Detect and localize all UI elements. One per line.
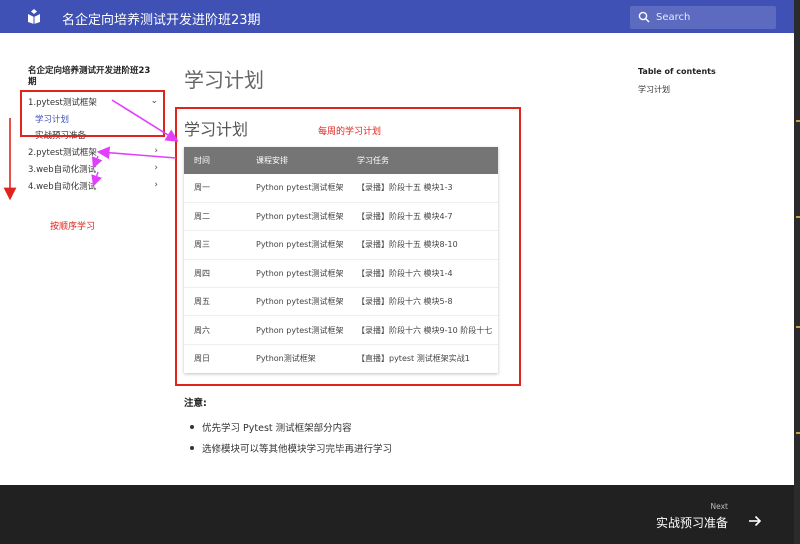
toc-title: Table of contents: [638, 67, 716, 76]
search-box[interactable]: [630, 6, 776, 29]
next-page-link[interactable]: Next 实战预习准备: [634, 496, 764, 534]
sidebar-item-label: 3.web自动化测试: [28, 165, 97, 175]
top-header: 名企定向培养测试开发进阶班23期: [0, 0, 794, 33]
note-heading: 注意:: [184, 398, 207, 409]
annotation-box-table: [175, 107, 521, 386]
next-label: Next: [710, 502, 728, 511]
sidebar-title: 名企定向培养测试开发进阶班23期: [28, 66, 151, 87]
annotation-weekly-plan: 每周的学习计划: [318, 127, 382, 137]
page: 名企定向培养测试开发进阶班23期 名企定向培养测试开发进阶班23期 1.pyte…: [0, 0, 800, 544]
annotation-study-in-order: 按顺序学习: [50, 222, 96, 232]
site-title[interactable]: 名企定向培养测试开发进阶班23期: [62, 9, 261, 28]
note-list: 优先学习 Pytest 测试框架部分内容 选修模块可以等其他模块学习完毕再进行学…: [188, 420, 392, 462]
list-item: 选修模块可以等其他模块学习完毕再进行学习: [188, 441, 392, 462]
next-page-title: 实战预习准备: [655, 516, 728, 530]
sidebar-item-3[interactable]: 3.web自动化测试 ›: [28, 163, 158, 175]
window-edge: [794, 0, 800, 544]
toc-item-study-plan[interactable]: 学习计划: [638, 84, 670, 95]
chevron-right-icon[interactable]: ›: [154, 163, 158, 173]
search-input[interactable]: [656, 9, 771, 26]
sidebar-item-label: 2.pytest测试框架: [28, 148, 97, 158]
chevron-right-icon[interactable]: ›: [154, 180, 158, 190]
sidebar-item-4[interactable]: 4.web自动化测试 ›: [28, 180, 158, 192]
footer: Next 实战预习准备: [0, 485, 794, 544]
search-icon: [638, 11, 650, 23]
book-logo-icon[interactable]: [27, 9, 41, 24]
page-title: 学习计划: [184, 68, 264, 92]
chevron-right-icon[interactable]: ›: [154, 146, 158, 156]
annotation-box-nav: [20, 90, 165, 137]
sidebar-item-label: 4.web自动化测试: [28, 182, 97, 192]
sidebar-item-2[interactable]: 2.pytest测试框架 ›: [28, 146, 158, 158]
list-item: 优先学习 Pytest 测试框架部分内容: [188, 420, 392, 441]
arrow-right-icon: [749, 515, 762, 527]
